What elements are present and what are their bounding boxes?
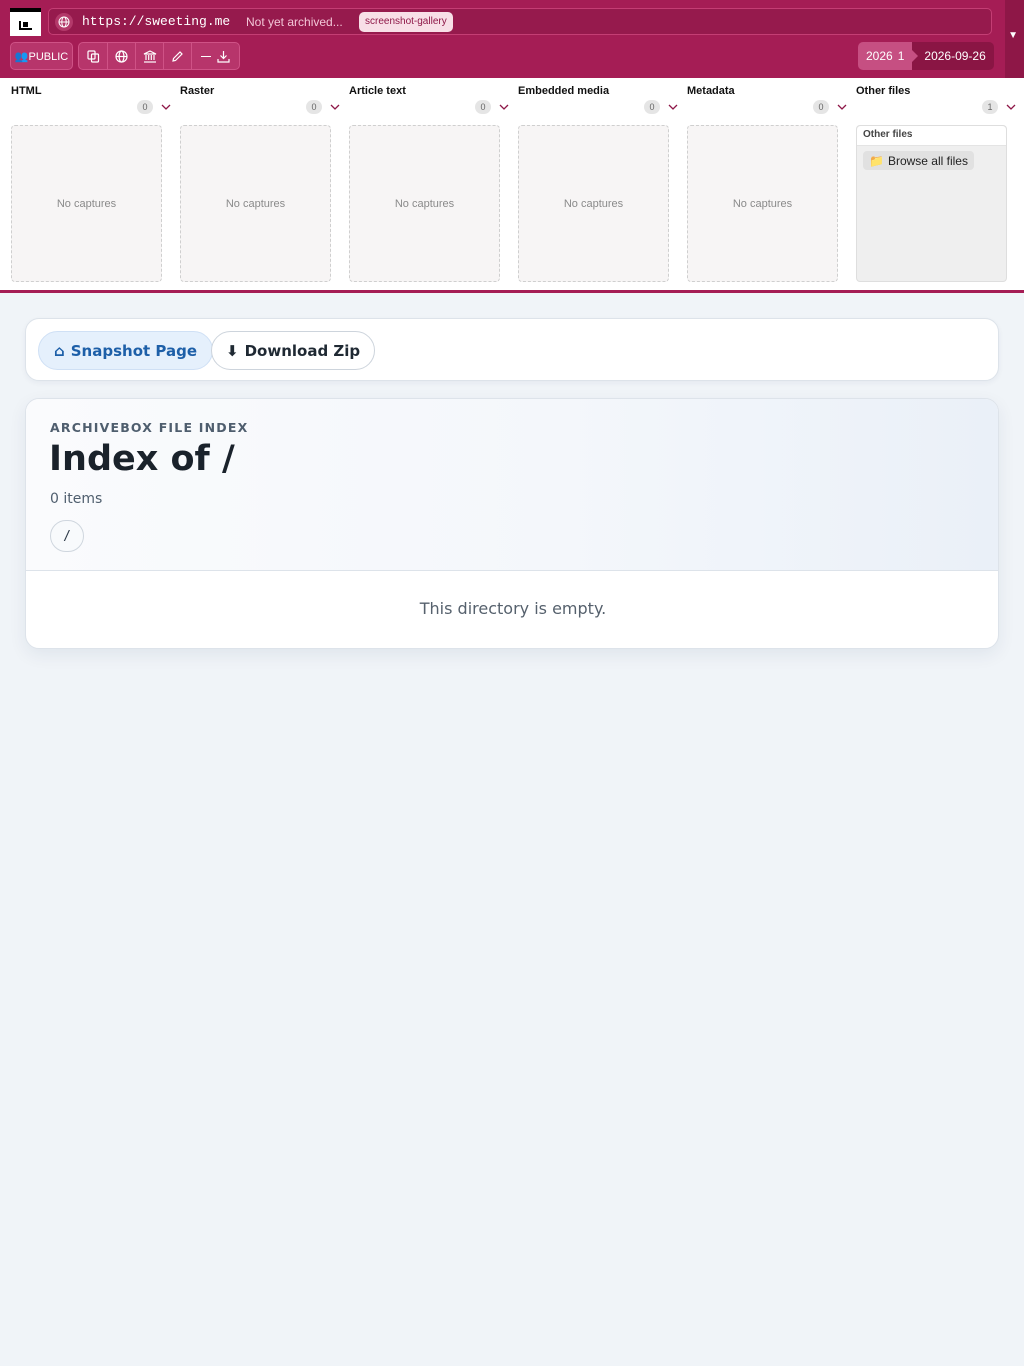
chevron-down-icon[interactable]: [668, 102, 678, 112]
year-count: 1: [897, 49, 905, 63]
archive-status: Not yet archived...: [246, 15, 343, 29]
empty-capture-box: No captures: [518, 125, 669, 282]
capture-column-other-files: Other files 1 Other files 📁 Browse all f…: [856, 78, 1016, 290]
home-icon: ⌂: [54, 341, 65, 360]
empty-capture-box: No captures: [349, 125, 500, 282]
empty-directory-message: This directory is empty.: [419, 599, 607, 618]
download-menu-button[interactable]: [192, 43, 239, 69]
folder-icon: 📁: [869, 153, 884, 168]
year-label: 2026: [866, 49, 893, 63]
chevron-down-icon[interactable]: [499, 102, 509, 112]
tag-badge[interactable]: screenshot-gallery: [359, 12, 453, 32]
capture-count-badge: 0: [644, 100, 660, 114]
browse-all-files-button[interactable]: 📁 Browse all files: [863, 151, 974, 170]
capture-count-badge: 0: [813, 100, 829, 114]
page-title: Index of /: [49, 439, 235, 479]
empty-capture-box: No captures: [687, 125, 838, 282]
capture-column-article-text: Article text 0 No captures: [349, 78, 509, 290]
index-eyebrow: ARCHIVEBOX FILE INDEX: [50, 420, 249, 435]
snapshot-timeline: 2026 1 2026-09-26: [858, 42, 994, 70]
globe-icon[interactable]: [108, 43, 136, 69]
capture-column-raster: Raster 0 No captures: [180, 78, 340, 290]
capture-column-metadata: Metadata 0 No captures: [687, 78, 847, 290]
empty-capture-box: No captures: [11, 125, 162, 282]
capture-count-badge: 0: [475, 100, 491, 114]
copy-icon[interactable]: [79, 43, 108, 69]
other-files-header: Other files: [857, 126, 1006, 146]
captures-panel: HTML 0 No captures Raster 0 No captures …: [0, 78, 1024, 293]
header-collapse-rail[interactable]: ▼: [1005, 0, 1024, 78]
archive-icon[interactable]: [136, 43, 164, 69]
collapse-arrow-icon[interactable]: ▼: [1008, 30, 1018, 41]
chevron-down-icon[interactable]: [161, 102, 171, 112]
chevron-down-icon[interactable]: [1006, 102, 1016, 112]
snapshot-page-label: Snapshot Page: [70, 341, 198, 360]
file-index-header: ARCHIVEBOX FILE INDEX Index of / 0 items…: [26, 399, 998, 571]
column-title: Other files: [856, 85, 911, 97]
globe-icon: [55, 13, 73, 31]
chevron-down-icon[interactable]: [330, 102, 340, 112]
year-selector[interactable]: 2026 1: [858, 42, 919, 70]
column-title: Metadata: [687, 85, 735, 97]
download-arrow-icon: ⬇: [226, 341, 239, 360]
capture-count-badge: 0: [137, 100, 153, 114]
capture-count-badge: 1: [982, 100, 998, 114]
browse-all-files-label: Browse all files: [887, 153, 968, 168]
archive-header: https://sweeting.me Not yet archived... …: [0, 0, 1024, 78]
snapshot-date[interactable]: 2026-09-26: [912, 42, 994, 70]
column-title: Raster: [180, 85, 215, 97]
url-bar[interactable]: https://sweeting.me Not yet archived... …: [48, 8, 992, 35]
snapshot-url[interactable]: https://sweeting.me: [82, 14, 230, 29]
other-files-card: Other files 📁 Browse all files: [856, 125, 1007, 282]
dash-icon: [201, 55, 211, 57]
download-zip-label: Download Zip: [244, 341, 361, 360]
public-toggle-button[interactable]: 👥PUBLIC: [10, 42, 73, 70]
action-toolbar: [78, 42, 240, 70]
capture-column-html: HTML 0 No captures: [11, 78, 171, 290]
column-title: Article text: [349, 85, 406, 97]
column-title: HTML: [11, 85, 42, 97]
column-title: Embedded media: [518, 85, 610, 97]
breadcrumb-root[interactable]: /: [50, 520, 84, 552]
snapshot-page-button[interactable]: ⌂ Snapshot Page: [38, 331, 214, 370]
download-icon: [217, 50, 230, 63]
edit-icon[interactable]: [164, 43, 192, 69]
empty-capture-box: No captures: [180, 125, 331, 282]
capture-count-badge: 0: [306, 100, 322, 114]
archivebox-logo[interactable]: [10, 8, 41, 36]
chevron-down-icon[interactable]: [837, 102, 847, 112]
item-count: 0 items: [50, 491, 103, 507]
snapshot-nav-card: ⌂ Snapshot Page ⬇ Download Zip: [25, 318, 999, 381]
download-zip-button[interactable]: ⬇ Download Zip: [211, 331, 376, 370]
capture-column-embedded-media: Embedded media 0 No captures: [518, 78, 678, 290]
file-index-card: ARCHIVEBOX FILE INDEX Index of / 0 items…: [25, 398, 999, 649]
